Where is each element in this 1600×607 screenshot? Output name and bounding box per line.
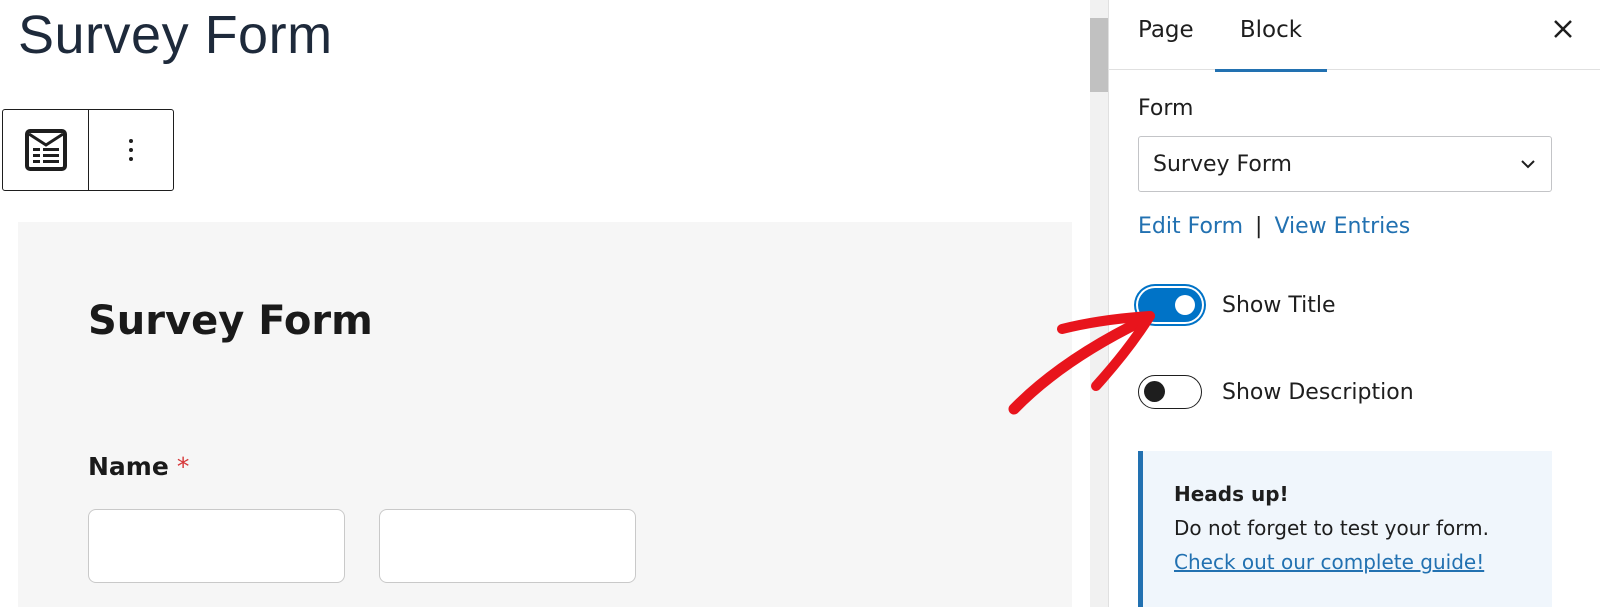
view-entries-link[interactable]: View Entries [1274,214,1410,239]
name-label-text: Name [88,452,169,481]
block-toolbar [2,109,174,191]
show-title-toggle[interactable] [1138,288,1202,322]
toggle-knob [1175,295,1195,315]
notice-text: Do not forget to test your form. [1174,516,1489,540]
chevron-down-icon [1521,160,1535,169]
tab-block[interactable]: Block [1215,0,1327,72]
form-select[interactable]: Survey Form [1138,136,1552,192]
settings-sidebar: Page Block Form Survey Form Edit Form | Vi… [1108,0,1600,607]
required-marker: * [176,452,190,481]
close-icon [1554,20,1572,38]
block-type-button[interactable] [3,110,88,190]
canvas-scrollbar[interactable] [1090,0,1108,607]
block-options-button[interactable] [88,110,173,190]
toggle-knob [1144,381,1165,402]
scrollbar-thumb[interactable] [1090,18,1108,92]
show-description-label: Show Description [1222,379,1414,405]
show-title-label: Show Title [1222,292,1336,318]
editor-canvas: Survey Form Survey Form Name * [0,0,1108,607]
close-sidebar-button[interactable] [1548,14,1578,44]
show-description-row: Show Description [1138,375,1414,409]
form-select-value: Survey Form [1153,151,1292,177]
edit-form-link[interactable]: Edit Form [1138,214,1243,239]
form-block-icon [24,129,67,171]
notice-title: Heads up! [1174,482,1289,506]
name-field-label: Name * [88,452,189,481]
tab-page[interactable]: Page [1109,0,1223,70]
form-select-label: Form [1138,96,1194,121]
link-separator: | [1255,214,1263,239]
show-description-toggle[interactable] [1138,375,1202,409]
form-preview-title: Survey Form [88,298,373,344]
first-name-input[interactable] [88,509,345,583]
kebab-menu-icon [129,139,133,161]
page-title[interactable]: Survey Form [18,0,333,70]
complete-guide-link[interactable]: Check out our complete guide! [1174,545,1552,579]
form-links: Edit Form | View Entries [1138,214,1410,239]
form-preview[interactable]: Survey Form Name * [18,222,1072,607]
heads-up-notice: Heads up! Do not forget to test your for… [1138,451,1552,607]
last-name-input[interactable] [379,509,636,583]
show-title-row: Show Title [1138,288,1336,322]
sidebar-tabs: Page Block [1109,0,1600,72]
